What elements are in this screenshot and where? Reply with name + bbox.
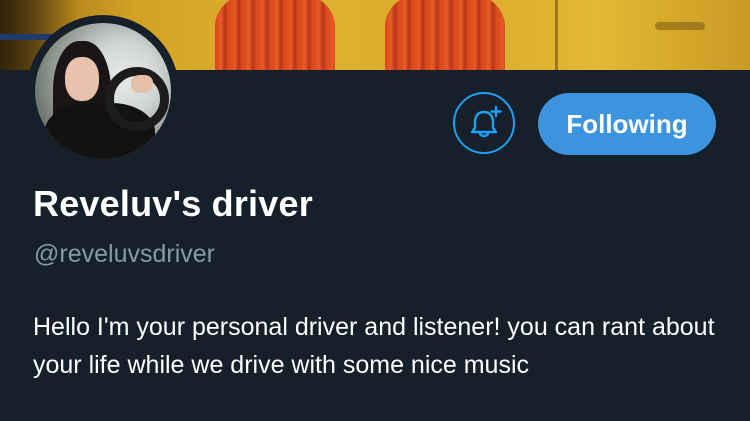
avatar-face: [65, 57, 99, 101]
user-handle: @reveluvsdriver: [34, 240, 215, 268]
banner-red-dress-right: [385, 0, 505, 70]
profile-bio: Hello I'm your personal driver and liste…: [33, 313, 715, 379]
banner-panel-line: [555, 0, 558, 70]
notifications-button[interactable]: [453, 92, 515, 154]
avatar-photo: [35, 23, 171, 159]
avatar[interactable]: [27, 15, 179, 167]
display-name: Reveluv's driver: [33, 183, 313, 224]
banner-door-handle: [655, 22, 705, 30]
avatar-hand: [131, 75, 153, 93]
following-button[interactable]: Following: [538, 93, 716, 155]
banner-red-dress-left: [215, 0, 335, 70]
profile-page: Following Reveluv's driver @reveluvsdriv…: [0, 0, 750, 421]
bell-plus-icon: [470, 105, 502, 138]
